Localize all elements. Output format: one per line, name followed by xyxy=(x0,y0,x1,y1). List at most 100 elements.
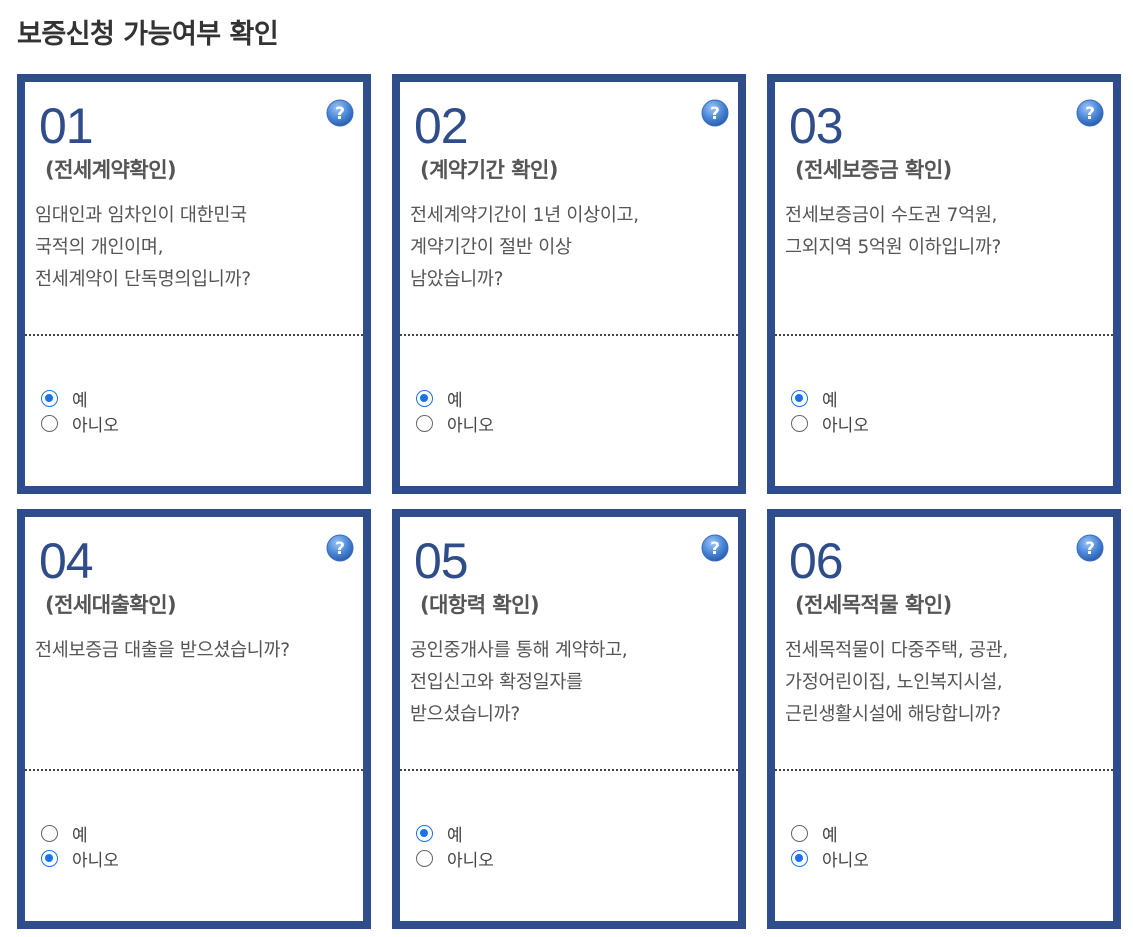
question-line: 남았습니까? xyxy=(410,269,504,290)
card-subtitle: (전세목적물 확인) xyxy=(795,593,952,617)
question-line: 전세보증금 대출을 받으셨습니까? xyxy=(35,640,290,661)
answer-options: 예 아니오 xyxy=(41,386,119,436)
question-mark-icon[interactable]: ? xyxy=(326,99,354,127)
option-no[interactable]: 아니오 xyxy=(416,846,494,871)
option-no-label: 아니오 xyxy=(447,416,494,436)
answer-options: 예 아니오 xyxy=(416,386,494,436)
radio-no[interactable] xyxy=(416,850,433,867)
question-text: 임대인과 임차인이 대한민국 국적의 개인이며, 전세계약이 단독명의입니까? xyxy=(35,200,365,296)
radio-yes[interactable] xyxy=(416,390,433,407)
question-mark-icon[interactable]: ? xyxy=(326,534,354,562)
option-no-label: 아니오 xyxy=(822,851,869,871)
radio-no[interactable] xyxy=(791,850,808,867)
option-no-label: 아니오 xyxy=(447,851,494,871)
svg-text:?: ? xyxy=(710,104,720,124)
card-number: 04 xyxy=(39,533,94,589)
question-mark-icon[interactable]: ? xyxy=(701,534,729,562)
card-subtitle: (전세계약확인) xyxy=(45,158,177,182)
option-yes-label: 예 xyxy=(447,826,463,846)
question-mark-icon[interactable]: ? xyxy=(1076,99,1104,127)
radio-yes[interactable] xyxy=(791,390,808,407)
dotted-divider xyxy=(25,334,363,336)
card-subtitle: (전세보증금 확인) xyxy=(795,158,952,182)
radio-no[interactable] xyxy=(41,415,58,432)
card-subtitle: (전세대출확인) xyxy=(45,593,177,617)
question-line: 계약기간이 절반 이상 xyxy=(410,237,572,258)
card-number: 02 xyxy=(414,98,469,154)
option-yes[interactable]: 예 xyxy=(416,821,494,846)
question-text: 전세보증금이 수도권 7억원, 그외지역 5억원 이하입니까? xyxy=(785,200,1115,264)
check-card-05: 05 (대항력 확인) ? 공인중개사를 통해 계약하고, 전입신고와 확정일자… xyxy=(392,509,746,929)
answer-options: 예 아니오 xyxy=(791,386,869,436)
card-number: 03 xyxy=(789,98,844,154)
radio-yes[interactable] xyxy=(791,825,808,842)
svg-text:?: ? xyxy=(1085,104,1095,124)
radio-no[interactable] xyxy=(791,415,808,432)
question-line: 받으셨습니까? xyxy=(410,704,520,725)
question-line: 전입신고와 확정일자를 xyxy=(410,672,583,693)
card-number: 06 xyxy=(789,533,844,589)
check-card-04: 04 (전세대출확인) ? 전세보증금 대출을 받으셨습니까? 예 아니오 xyxy=(17,509,371,929)
dotted-divider xyxy=(25,769,363,771)
answer-options: 예 아니오 xyxy=(416,821,494,871)
card-subtitle: (대항력 확인) xyxy=(420,593,540,617)
question-line: 그외지역 5억원 이하입니까? xyxy=(785,237,1002,258)
option-no[interactable]: 아니오 xyxy=(416,411,494,436)
radio-no[interactable] xyxy=(41,850,58,867)
question-text: 공인중개사를 통해 계약하고, 전입신고와 확정일자를 받으셨습니까? xyxy=(410,635,740,731)
question-line: 가정어린이집, 노인복지시설, xyxy=(785,672,1003,693)
option-yes[interactable]: 예 xyxy=(791,821,869,846)
option-yes[interactable]: 예 xyxy=(791,386,869,411)
question-line: 전세목적물이 다중주택, 공관, xyxy=(785,640,1008,661)
option-yes[interactable]: 예 xyxy=(41,821,119,846)
question-text: 전세보증금 대출을 받으셨습니까? xyxy=(35,635,365,667)
radio-yes[interactable] xyxy=(41,825,58,842)
option-no[interactable]: 아니오 xyxy=(41,411,119,436)
check-card-06: 06 (전세목적물 확인) ? 전세목적물이 다중주택, 공관, 가정어린이집,… xyxy=(767,509,1121,929)
card-number: 01 xyxy=(39,98,94,154)
option-yes[interactable]: 예 xyxy=(41,386,119,411)
option-yes-label: 예 xyxy=(72,826,88,846)
option-yes-label: 예 xyxy=(72,391,88,411)
question-line: 국적의 개인이며, xyxy=(35,237,164,258)
question-mark-icon[interactable]: ? xyxy=(701,99,729,127)
card-number: 05 xyxy=(414,533,469,589)
question-text: 전세계약기간이 1년 이상이고, 계약기간이 절반 이상 남았습니까? xyxy=(410,200,740,296)
question-line: 임대인과 임차인이 대한민국 xyxy=(35,205,247,226)
page-title: 보증신청 가능여부 확인 xyxy=(17,19,279,50)
check-card-02: 02 (계약기간 확인) ? 전세계약기간이 1년 이상이고, 계약기간이 절반… xyxy=(392,74,746,494)
option-yes-label: 예 xyxy=(822,391,838,411)
question-line: 공인중개사를 통해 계약하고, xyxy=(410,640,628,661)
dotted-divider xyxy=(775,769,1113,771)
svg-text:?: ? xyxy=(1085,539,1095,559)
answer-options: 예 아니오 xyxy=(41,821,119,871)
option-no[interactable]: 아니오 xyxy=(791,411,869,436)
option-yes-label: 예 xyxy=(822,826,838,846)
question-line: 근린생활시설에 해당합니까? xyxy=(785,704,1001,725)
option-no-label: 아니오 xyxy=(822,416,869,436)
check-card-03: 03 (전세보증금 확인) ? 전세보증금이 수도권 7억원, 그외지역 5억원… xyxy=(767,74,1121,494)
question-mark-icon[interactable]: ? xyxy=(1076,534,1104,562)
option-no[interactable]: 아니오 xyxy=(41,846,119,871)
dotted-divider xyxy=(400,769,738,771)
radio-yes[interactable] xyxy=(41,390,58,407)
dotted-divider xyxy=(775,334,1113,336)
radio-no[interactable] xyxy=(416,415,433,432)
radio-yes[interactable] xyxy=(416,825,433,842)
option-yes[interactable]: 예 xyxy=(416,386,494,411)
question-text: 전세목적물이 다중주택, 공관, 가정어린이집, 노인복지시설, 근린생활시설에… xyxy=(785,635,1115,731)
dotted-divider xyxy=(400,334,738,336)
question-line: 전세보증금이 수도권 7억원, xyxy=(785,205,998,226)
card-subtitle: (계약기간 확인) xyxy=(420,158,558,182)
option-no-label: 아니오 xyxy=(72,851,119,871)
option-yes-label: 예 xyxy=(447,391,463,411)
svg-text:?: ? xyxy=(335,539,345,559)
question-line: 전세계약이 단독명의입니까? xyxy=(35,269,251,290)
option-no[interactable]: 아니오 xyxy=(791,846,869,871)
check-card-01: 01 (전세계약확인) ? 임대인과 임차인이 대한민국 국적의 개인이며, 전… xyxy=(17,74,371,494)
svg-text:?: ? xyxy=(710,539,720,559)
answer-options: 예 아니오 xyxy=(791,821,869,871)
option-no-label: 아니오 xyxy=(72,416,119,436)
svg-text:?: ? xyxy=(335,104,345,124)
question-line: 전세계약기간이 1년 이상이고, xyxy=(410,205,639,226)
